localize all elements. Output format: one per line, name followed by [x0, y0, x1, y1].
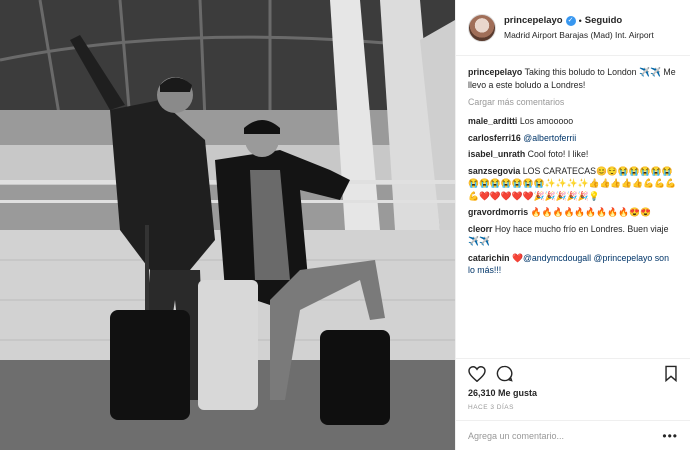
- heart-icon[interactable]: [468, 365, 486, 382]
- comment: male_arditti Los amooooo: [468, 115, 678, 128]
- comment-bubble-icon[interactable]: [496, 365, 513, 382]
- bookmark-icon[interactable]: [664, 365, 678, 382]
- comment-text: 🔥🔥🔥🔥🔥🔥🔥🔥🔥😍😍: [530, 207, 652, 217]
- comment: catarichin ❤️@andymcdougall @princepelay…: [468, 252, 678, 277]
- comment-text: Cool foto! I like!: [527, 149, 589, 159]
- comment-username[interactable]: carlosferri16: [468, 133, 521, 143]
- comment: gravordmorris 🔥🔥🔥🔥🔥🔥🔥🔥🔥😍😍: [468, 206, 678, 219]
- header-separator: •: [578, 15, 582, 26]
- instagram-post: princepelayo ✓ • Seguido Madrid Airport …: [0, 0, 690, 450]
- caption-username[interactable]: princepelayo: [468, 67, 522, 77]
- comment-username[interactable]: isabel_unrath: [468, 149, 525, 159]
- header-text: princepelayo ✓ • Seguido Madrid Airport …: [504, 14, 654, 42]
- add-comment-bar: •••: [456, 420, 690, 450]
- comment-username[interactable]: catarichin: [468, 253, 510, 263]
- comment-username[interactable]: cleorr: [468, 224, 492, 234]
- comment: sanzsegovia LOS CARATECAS😊😌😭😭😭😭😭😭😭😭😭😭😭😭✨…: [468, 165, 678, 203]
- comment-input[interactable]: [468, 430, 663, 441]
- more-options-icon[interactable]: •••: [662, 429, 678, 443]
- action-bar: [456, 358, 690, 388]
- comment: cleorr Hoy hace mucho frío en Londres. B…: [468, 223, 678, 248]
- airport-photo-image: [0, 0, 455, 450]
- comment-text: Los amooooo: [519, 116, 574, 126]
- post-header: princepelayo ✓ • Seguido Madrid Airport …: [456, 0, 690, 56]
- caption: princepelayo Taking this boludo to Londo…: [468, 66, 678, 91]
- header-user-line: princepelayo ✓ • Seguido: [504, 14, 654, 28]
- comment: isabel_unrath Cool foto! I like!: [468, 148, 678, 161]
- comment: carlosferri16 @albertoferrii: [468, 132, 678, 145]
- follow-button[interactable]: Seguido: [585, 14, 622, 28]
- avatar[interactable]: [468, 13, 496, 42]
- post-photo[interactable]: [0, 0, 455, 450]
- header-username[interactable]: princepelayo: [504, 14, 563, 28]
- comment-username[interactable]: sanzsegovia: [468, 166, 520, 176]
- comment-mention-link[interactable]: @albertoferrii: [523, 133, 576, 143]
- load-more-comments-button[interactable]: Cargar más comentarios: [468, 97, 678, 107]
- verified-badge-icon: ✓: [565, 15, 576, 26]
- location-link[interactable]: Madrid Airport Barajas (Mad) Int. Airpor…: [504, 28, 654, 42]
- comment-text: Hoy hace mucho frío en Londres. Buen via…: [468, 223, 669, 247]
- comment-username[interactable]: gravordmorris: [468, 207, 528, 217]
- comments-list: princepelayo Taking this boludo to Londo…: [456, 56, 690, 358]
- post-sidebar: princepelayo ✓ • Seguido Madrid Airport …: [455, 0, 690, 450]
- comment-username[interactable]: male_arditti: [468, 116, 517, 126]
- likes-count[interactable]: 26,310 Me gusta: [456, 388, 690, 402]
- post-timestamp: HACE 3 DÍAS: [468, 404, 514, 411]
